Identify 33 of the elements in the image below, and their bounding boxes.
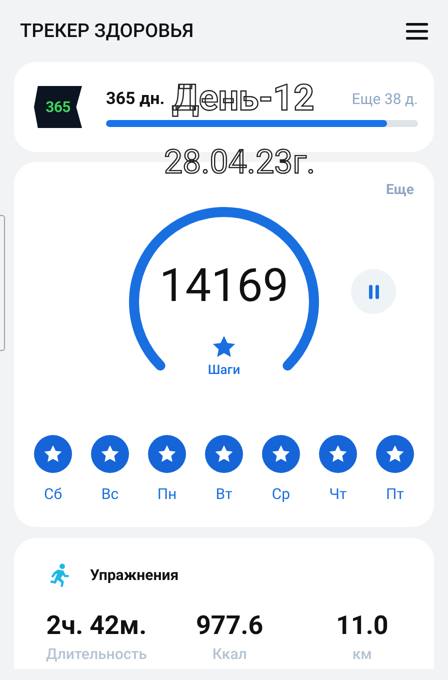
day-label: Чт [329, 484, 347, 505]
stat-value: 2ч. 42м. [46, 610, 147, 642]
day-label: Пн [157, 484, 177, 505]
day-label: Пт [386, 484, 404, 505]
badge-icon: 365 [34, 86, 82, 128]
stat-label: км [352, 644, 372, 664]
stat-label: Ккал [212, 644, 247, 664]
exercise-card[interactable]: Упражнения 2ч. 42м. Длительность 977.6 Ккал 11.0 км [14, 538, 434, 669]
stat-value: 11.0 [336, 610, 388, 642]
remaining-days: Еще 38 д. [352, 88, 418, 110]
section-title: Упражнения [90, 564, 179, 586]
day-label: Вт [216, 484, 232, 505]
app-title: ТРЕКЕР ЗДОРОВЬЯ [20, 18, 194, 44]
day-star-badge[interactable] [91, 435, 129, 473]
menu-icon[interactable] [406, 22, 428, 40]
day-star-badge[interactable] [262, 435, 300, 473]
stat-label: Длительность [46, 644, 147, 664]
step-count: 14169 [159, 263, 289, 309]
day-star-badge[interactable] [319, 435, 357, 473]
day-label: Сб [44, 484, 62, 505]
day-label: Ср [272, 484, 290, 505]
pause-icon [368, 284, 380, 298]
day-star-badge[interactable] [148, 435, 186, 473]
day-label: Вс [101, 484, 119, 505]
day-star-badge[interactable] [376, 435, 414, 473]
side-handle[interactable] [0, 215, 5, 351]
pause-button[interactable] [351, 269, 396, 314]
steps-label: Шаги [208, 362, 240, 380]
stat-value: 977.6 [196, 610, 264, 642]
overlay-caption: День-12 [172, 80, 314, 116]
day-star-badge[interactable] [205, 435, 243, 473]
challenge-title: 365 дн. [106, 88, 165, 111]
day-star-badge[interactable] [34, 435, 72, 473]
